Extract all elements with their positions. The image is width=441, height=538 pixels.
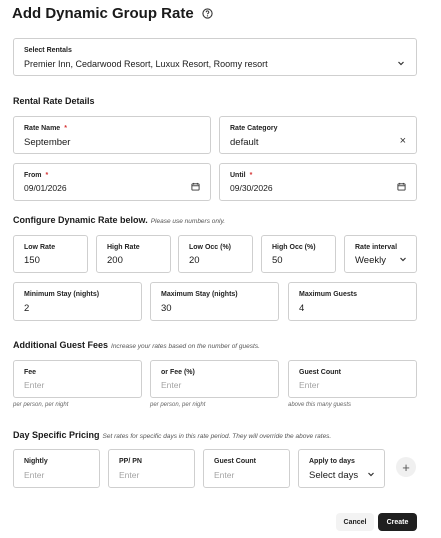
from-label: From * <box>24 172 49 179</box>
chevron-down-icon <box>399 255 407 263</box>
clear-icon[interactable]: × <box>400 135 406 147</box>
low-occ-value: 20 <box>189 255 200 266</box>
nightly-label: Nightly <box>24 458 48 465</box>
help-circle-icon[interactable] <box>202 8 213 19</box>
fee-field[interactable]: Fee Enter <box>13 360 142 398</box>
rate-interval-select[interactable]: Rate interval Weekly <box>344 235 417 273</box>
min-stay-field[interactable]: Minimum Stay (nights) 2 <box>13 282 142 321</box>
guest-count-helper: above this many guests <box>288 402 352 408</box>
nightly-field[interactable]: Nightly Enter <box>13 449 100 488</box>
day-guest-count-placeholder: Enter <box>214 470 235 480</box>
rate-category-value: default <box>230 137 259 148</box>
rental-rate-details-heading: Rental Rate Details <box>13 96 95 106</box>
pp-pn-label: PP/ PN <box>119 458 142 465</box>
or-fee-placeholder: Enter <box>161 380 182 390</box>
select-rentals-label: Select Rentals <box>24 47 72 54</box>
max-stay-value: 30 <box>161 303 172 314</box>
or-fee-helper: per person, per night <box>150 402 206 408</box>
rate-category-label: Rate Category <box>230 125 278 132</box>
rate-name-field[interactable]: Rate Name * September <box>13 116 211 154</box>
guest-count-placeholder: Enter <box>299 380 320 390</box>
fee-helper: per person, per night <box>13 402 69 408</box>
day-guest-count-label: Guest Count <box>214 458 256 465</box>
until-label: Until * <box>230 172 253 179</box>
page-title-text: Add Dynamic Group Rate <box>12 5 194 22</box>
guest-count-label: Guest Count <box>299 369 341 376</box>
high-occ-label: High Occ (%) <box>272 244 316 251</box>
select-rentals-field[interactable]: Select Rentals Premier Inn, Cedarwood Re… <box>13 38 417 76</box>
or-fee-field[interactable]: or Fee (%) Enter <box>150 360 279 398</box>
max-guests-field[interactable]: Maximum Guests 4 <box>288 282 417 321</box>
or-fee-label: or Fee (%) <box>161 369 195 376</box>
guest-fees-heading: Additional Guest Fees Increase your rates… <box>13 340 260 350</box>
pp-pn-placeholder: Enter <box>119 470 140 480</box>
min-stay-label: Minimum Stay (nights) <box>24 291 100 298</box>
low-occ-field[interactable]: Low Occ (%) 20 <box>178 235 253 273</box>
rate-interval-value: Weekly <box>355 255 386 266</box>
low-rate-value: 150 <box>24 255 40 266</box>
until-date-field[interactable]: Until * 09/30/2026 <box>219 163 417 201</box>
apply-days-select[interactable]: Apply to days Select days <box>298 449 385 488</box>
day-guest-count-field[interactable]: Guest Count Enter <box>203 449 290 488</box>
high-rate-value: 200 <box>107 255 123 266</box>
high-occ-value: 50 <box>272 255 283 266</box>
rate-category-field[interactable]: Rate Category default × <box>219 116 417 154</box>
rate-interval-label: Rate interval <box>355 244 398 251</box>
high-rate-label: High Rate <box>107 244 140 251</box>
rate-name-value: September <box>24 137 71 148</box>
high-rate-field[interactable]: High Rate 200 <box>96 235 171 273</box>
chevron-down-icon <box>367 470 375 478</box>
chevron-down-icon <box>396 58 406 68</box>
high-occ-field[interactable]: High Occ (%) 50 <box>261 235 336 273</box>
pp-pn-field[interactable]: PP/ PN Enter <box>108 449 195 488</box>
low-rate-field[interactable]: Low Rate 150 <box>13 235 88 273</box>
select-rentals-value: Premier Inn, Cedarwood Resort, Luxux Res… <box>24 59 268 69</box>
fee-label: Fee <box>24 369 37 376</box>
until-value: 09/30/2026 <box>230 183 273 193</box>
rate-name-label: Rate Name * <box>24 125 67 132</box>
max-stay-field[interactable]: Maximum Stay (nights) 30 <box>150 282 279 321</box>
calendar-icon[interactable] <box>397 182 406 191</box>
low-rate-label: Low Rate <box>24 244 56 251</box>
calendar-icon[interactable] <box>191 182 200 191</box>
dynamic-rate-heading: Configure Dynamic Rate below. Please use … <box>13 215 226 225</box>
dynamic-rate-hint: Please use numbers only. <box>150 218 226 225</box>
day-pricing-heading: Day Specific Pricing Set rates for specif… <box>13 430 332 440</box>
cancel-button[interactable]: Cancel <box>336 513 374 531</box>
max-guests-label: Maximum Guests <box>299 291 357 298</box>
day-pricing-hint: Set rates for specific days in this rate… <box>102 433 332 440</box>
create-button[interactable]: Create <box>378 513 417 531</box>
from-value: 09/01/2026 <box>24 183 67 193</box>
nightly-placeholder: Enter <box>24 470 45 480</box>
max-guests-value: 4 <box>299 303 305 314</box>
from-date-field[interactable]: From * 09/01/2026 <box>13 163 211 201</box>
low-occ-label: Low Occ (%) <box>189 244 232 251</box>
apply-days-value: Select days <box>309 470 359 481</box>
page-title: Add Dynamic Group Rate <box>12 5 213 22</box>
fee-placeholder: Enter <box>24 380 45 390</box>
guest-count-field[interactable]: Guest Count Enter <box>288 360 417 398</box>
apply-days-label: Apply to days <box>309 458 355 465</box>
max-stay-label: Maximum Stay (nights) <box>161 291 238 298</box>
min-stay-value: 2 <box>24 303 30 314</box>
guest-fees-hint: Increase your rates based on the number … <box>111 343 260 350</box>
add-day-pricing-button[interactable]: + <box>396 457 416 477</box>
